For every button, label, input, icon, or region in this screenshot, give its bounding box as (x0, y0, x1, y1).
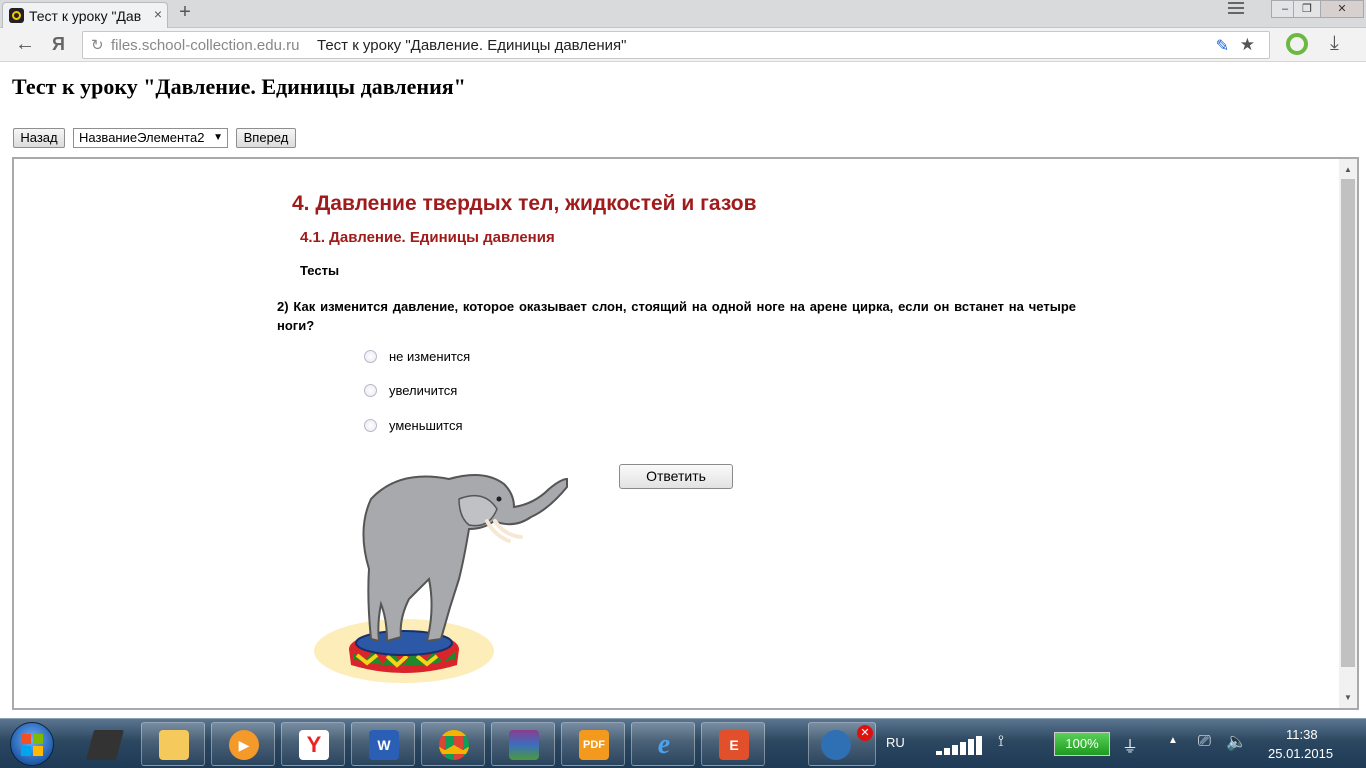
address-bar[interactable]: ↻ files.school-collection.edu.ru Тест к … (82, 31, 1270, 59)
new-tab-button[interactable]: + (174, 1, 196, 25)
yandex-home-button[interactable]: Я (52, 34, 65, 55)
media-player-icon: ▶ (229, 730, 259, 760)
taskbar-app-winrar[interactable] (491, 722, 555, 766)
clock-date[interactable]: 25.01.2015 (1268, 746, 1333, 761)
taskbar-app-presentation[interactable]: E (701, 722, 765, 766)
back-button[interactable]: Назад (13, 128, 65, 148)
scroll-down-icon[interactable]: ▼ (1344, 693, 1352, 702)
power-plug-icon[interactable]: ⏚ (1122, 733, 1138, 757)
url-page-title: Тест к уроку "Давление. Единицы давления… (317, 37, 627, 54)
tab-title: Тест к уроку "Дав (29, 8, 142, 24)
section-title: 4. Давление твердых тел, жидкостей и газ… (292, 192, 757, 215)
element-select[interactable]: НазваниеЭлемента2 ▼ (73, 128, 228, 148)
radio-button[interactable] (364, 350, 377, 363)
presentation-icon: E (719, 730, 749, 760)
browser-toolbar: ← Я ↻ files.school-collection.edu.ru Тес… (0, 28, 1366, 62)
option-label: уменьшится (389, 418, 463, 433)
question-text: 2) Как изменится давление, которое оказы… (277, 299, 1076, 333)
option-label: не изменится (389, 349, 471, 364)
battery-indicator[interactable]: 100% (1054, 732, 1110, 756)
content-frame: 4. Давление твердых тел, жидкостей и газ… (12, 157, 1359, 710)
pen-icon[interactable]: ✎ (1216, 36, 1229, 56)
taskbar-app-pdf[interactable]: PDF (561, 722, 625, 766)
tab-close-icon[interactable]: × (154, 6, 162, 22)
option-label: увеличится (389, 383, 458, 398)
taskbar-app-laptop[interactable] (72, 722, 136, 766)
reload-icon[interactable]: ↻ (91, 36, 104, 54)
wifi-icon[interactable]: ⟟ (998, 733, 1004, 751)
internet-explorer-icon: e (657, 729, 671, 760)
language-indicator[interactable]: RU (886, 735, 905, 750)
show-hidden-icons-icon[interactable]: ▲ (1168, 735, 1178, 746)
tab-bar: Тест к уроку "Дав × + – ❐ ✕ (0, 0, 1366, 28)
close-window-button[interactable]: ✕ (1320, 0, 1364, 18)
bookmark-star-icon[interactable]: ★ (1240, 35, 1255, 55)
volume-icon[interactable]: 🔈 (1226, 732, 1247, 752)
winrar-icon (509, 730, 539, 760)
back-arrow-icon[interactable]: ← (15, 33, 35, 56)
elephant-illustration (314, 474, 568, 683)
browser-menu-icon[interactable] (1224, 0, 1248, 16)
error-badge-icon: ✕ (857, 725, 873, 741)
radio-button[interactable] (364, 419, 377, 432)
yandex-browser-icon: Y (299, 730, 329, 760)
forward-button[interactable]: Вперед (236, 128, 296, 148)
radio-button[interactable] (364, 384, 377, 397)
laptop-icon (85, 730, 125, 760)
pdf-reader-icon: PDF (579, 730, 609, 760)
file-explorer-icon (159, 730, 189, 760)
url-host: files.school-collection.edu.ru (111, 37, 300, 54)
site-favicon-icon (9, 8, 24, 23)
page-title: Тест к уроку "Давление. Единицы давления… (12, 74, 466, 99)
tests-label: Тесты (300, 263, 340, 278)
browser-tab[interactable]: Тест к уроку "Дав × (2, 2, 168, 28)
network-icon[interactable]: ⎚ (1198, 733, 1211, 751)
chevron-down-icon: ▼ (213, 132, 223, 143)
extension-icon[interactable] (1286, 33, 1308, 55)
taskbar-app-explorer[interactable] (141, 722, 205, 766)
taskbar-app-chrome[interactable] (421, 722, 485, 766)
taskbar-app-media[interactable]: ▶ (211, 722, 275, 766)
taskbar-app-yandex[interactable]: Y (281, 722, 345, 766)
start-button[interactable] (10, 722, 54, 766)
download-icon[interactable]: ⤓ (1330, 32, 1339, 55)
scroll-up-icon[interactable]: ▲ (1344, 165, 1352, 174)
scrollbar[interactable]: ▲ ▼ (1339, 159, 1357, 708)
network-app-icon (821, 730, 851, 760)
chrome-icon (439, 730, 469, 760)
tray-network-app[interactable]: ✕ (808, 722, 876, 766)
taskbar: ▶ Y W PDF e E ✕ RU ⟟ 100% ⏚ ▲ ⎚ 🔈 11:38 … (0, 718, 1366, 768)
taskbar-app-word[interactable]: W (351, 722, 415, 766)
clock-time[interactable]: 11:38 (1286, 727, 1318, 742)
subsection-title: 4.1. Давление. Единицы давления (300, 229, 555, 246)
signal-strength-icon[interactable] (936, 735, 990, 755)
select-value: НазваниеЭлемента2 (79, 130, 205, 145)
scroll-thumb[interactable] (1341, 179, 1355, 667)
word-icon: W (369, 730, 399, 760)
restore-button[interactable]: ❐ (1293, 0, 1321, 18)
answer-button[interactable]: Ответить (619, 464, 733, 489)
taskbar-app-ie[interactable]: e (631, 722, 695, 766)
